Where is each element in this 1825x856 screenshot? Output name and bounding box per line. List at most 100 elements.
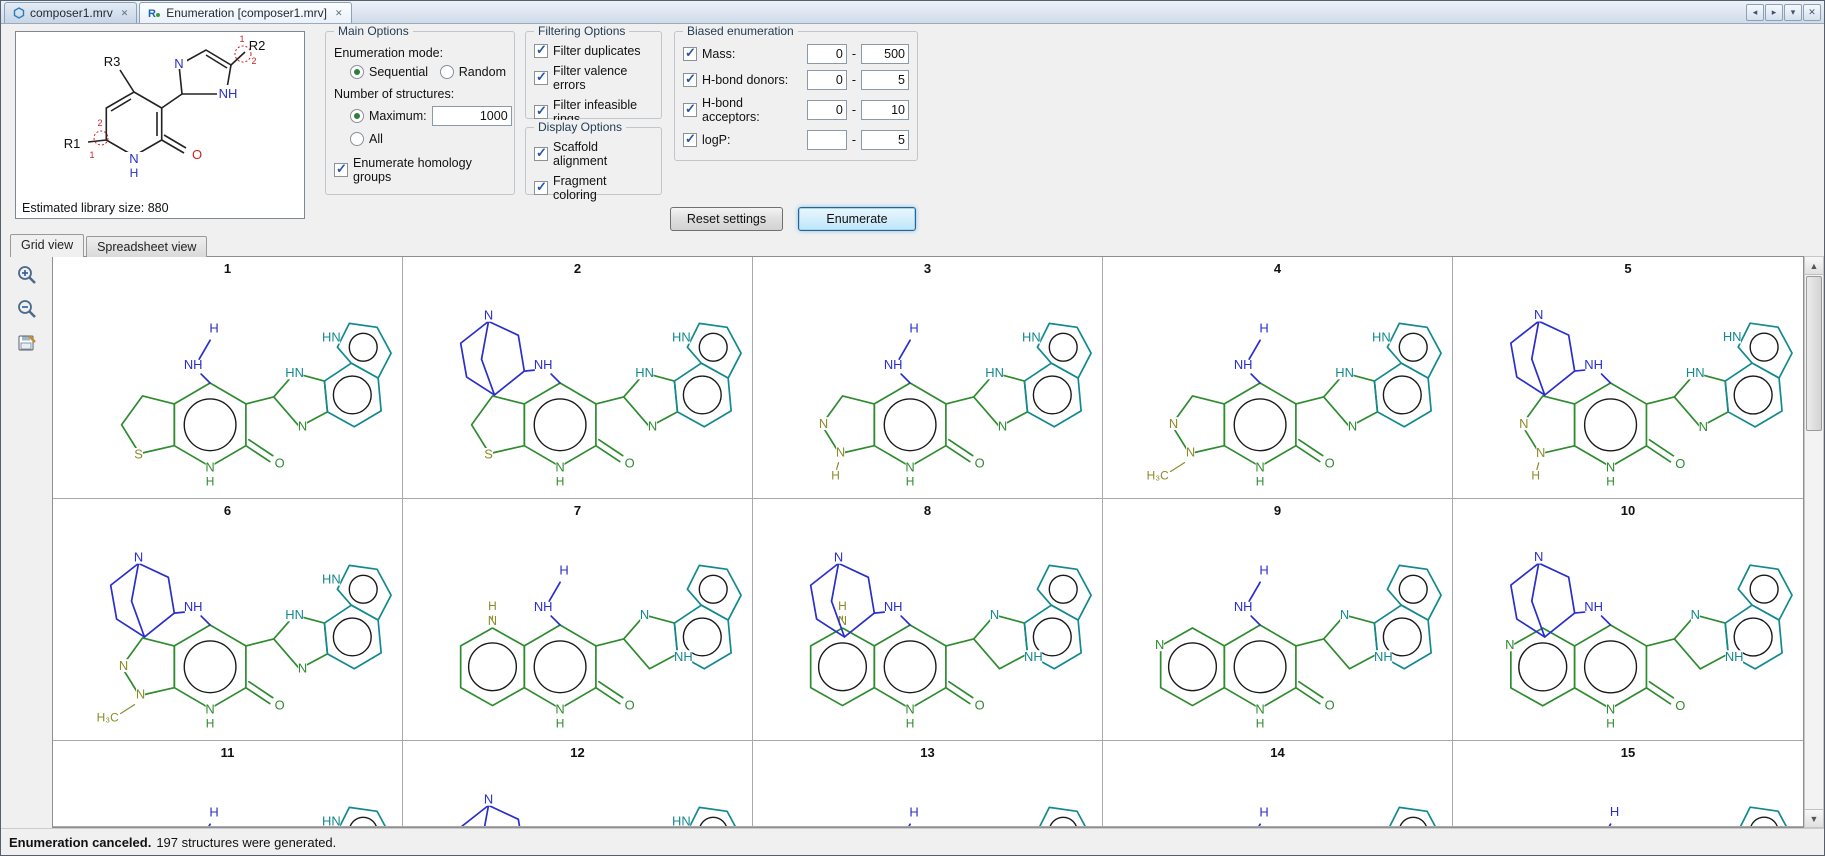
- application-window: composer1.mrv ✕ R Enumeration [composer1…: [0, 0, 1825, 856]
- fragment-coloring-checkbox[interactable]: [534, 181, 548, 195]
- scroll-down-icon[interactable]: ▼: [1805, 809, 1823, 827]
- svg-text:O: O: [275, 698, 285, 713]
- structure-cell[interactable]: 4NHONNH₃CNHHHNNHN: [1103, 257, 1453, 499]
- structure-number: 8: [753, 499, 1102, 521]
- svg-text:NH: NH: [1725, 649, 1744, 664]
- svg-text:N: N: [834, 549, 843, 564]
- structure-cell[interactable]: 10NHONNHNNNH: [1453, 499, 1803, 741]
- svg-text:H: H: [206, 716, 215, 730]
- logp-checkbox[interactable]: [683, 133, 697, 147]
- structure-cell[interactable]: 9NHONNHHNNH: [1103, 499, 1453, 741]
- save-structures-button[interactable]: [13, 329, 41, 357]
- svg-text:HN: HN: [1372, 329, 1391, 344]
- homology-groups-checkbox[interactable]: [334, 163, 348, 177]
- filter-duplicates-checkbox[interactable]: [534, 44, 548, 58]
- scroll-up-icon[interactable]: ▲: [1805, 257, 1823, 275]
- structure-cell[interactable]: 5NHONNHNHNHNNHN: [1453, 257, 1803, 499]
- estimated-library-size: Estimated library size: 880: [22, 201, 169, 215]
- svg-text:N: N: [1691, 607, 1700, 622]
- scaffold-r1-label: R1: [64, 136, 81, 151]
- biased-enumeration-title: Biased enumeration: [683, 24, 798, 38]
- svg-text:O: O: [975, 456, 985, 471]
- tab-grid-view[interactable]: Grid view: [10, 234, 84, 257]
- structure-number: 15: [1453, 741, 1803, 763]
- svg-text:NH: NH: [1024, 649, 1043, 664]
- filter-valence-errors-checkbox[interactable]: [534, 71, 548, 85]
- scaffold-r1-attach1: 1: [89, 150, 94, 160]
- svg-text:H: H: [1259, 804, 1268, 819]
- tab-scroll-left-icon[interactable]: ◂: [1746, 4, 1764, 21]
- display-options-title: Display Options: [534, 120, 626, 134]
- structure-cell[interactable]: 11NHONHNHHHNNHN: [53, 741, 403, 827]
- scaffold-r3-label: R3: [104, 54, 121, 69]
- tab-composer-close-icon[interactable]: ✕: [121, 8, 129, 19]
- svg-text:HN: HN: [322, 329, 341, 344]
- hbond-acceptors-min-input[interactable]: [807, 100, 847, 120]
- svg-text:H: H: [556, 716, 565, 730]
- svg-text:H: H: [559, 562, 568, 577]
- structure-cell[interactable]: 14NHONNHHNNH: [1103, 741, 1453, 827]
- panel-close-icon[interactable]: ✕: [1803, 4, 1821, 21]
- hbond-acceptors-checkbox[interactable]: [683, 103, 697, 117]
- structure-cell[interactable]: 8NHONHNHNNNH: [753, 499, 1103, 741]
- svg-text:N: N: [1519, 416, 1528, 431]
- svg-text:HN: HN: [672, 813, 691, 827]
- hbond-donors-min-input[interactable]: [807, 70, 847, 90]
- reset-settings-button[interactable]: Reset settings: [670, 207, 783, 231]
- structure-cell[interactable]: 15NHONNHHNNH: [1453, 741, 1803, 827]
- zoom-out-icon: [16, 298, 38, 320]
- tab-enumeration[interactable]: R Enumeration [composer1.mrv] ✕: [139, 2, 351, 23]
- maximum-radio[interactable]: [350, 109, 364, 123]
- logp-min-input[interactable]: [807, 130, 847, 150]
- tab-composer[interactable]: composer1.mrv ✕: [4, 2, 137, 23]
- scaffold-alignment-checkbox[interactable]: [534, 147, 548, 161]
- filter-infeasible-rings-checkbox[interactable]: [534, 105, 548, 119]
- scrollbar-thumb[interactable]: [1806, 276, 1822, 431]
- hbond-acceptors-range-dash: -: [852, 103, 856, 117]
- molecule-drawing: NHONNHHNNH: [753, 763, 1102, 827]
- svg-text:N: N: [998, 419, 1007, 434]
- maximum-count-input[interactable]: [432, 106, 512, 126]
- zoom-out-button[interactable]: [13, 295, 41, 323]
- logp-max-input[interactable]: [861, 130, 909, 150]
- structure-cell[interactable]: 6NHONNH₃CNHNHNNHN: [53, 499, 403, 741]
- structure-cell[interactable]: 3NHONNHNHHHNNHN: [753, 257, 1103, 499]
- zoom-in-button[interactable]: [13, 261, 41, 289]
- hbond-donors-checkbox[interactable]: [683, 73, 697, 87]
- status-bar: Enumeration canceled. 197 structures wer…: [1, 828, 1824, 855]
- random-radio[interactable]: [440, 65, 454, 79]
- svg-text:H: H: [1610, 804, 1619, 819]
- enumerate-button[interactable]: Enumerate: [798, 207, 916, 231]
- structure-number: 3: [753, 257, 1102, 279]
- mass-max-input[interactable]: [861, 44, 909, 64]
- mass-checkbox[interactable]: [683, 47, 697, 61]
- random-label: Random: [459, 65, 506, 79]
- svg-text:O: O: [275, 456, 285, 471]
- molecule-drawing: NHONNHNHHHNNHN: [753, 279, 1102, 497]
- structure-cell[interactable]: 12NHONHNHNHNNHN: [403, 741, 753, 827]
- tab-spreadsheet-view[interactable]: Spreadsheet view: [86, 236, 207, 257]
- hbond-acceptors-max-input[interactable]: [861, 100, 909, 120]
- structure-cell[interactable]: 2NHOSNHNHNNHN: [403, 257, 753, 499]
- tab-enumeration-close-icon[interactable]: ✕: [335, 8, 343, 19]
- filter-valence-errors-label: Filter valence errors: [553, 64, 653, 92]
- svg-text:NH: NH: [1584, 599, 1603, 614]
- tab-list-icon[interactable]: ▾: [1784, 4, 1802, 21]
- fragment-coloring-label: Fragment coloring: [553, 174, 653, 202]
- mass-min-input[interactable]: [807, 44, 847, 64]
- status-message-bold: Enumeration canceled.: [9, 835, 151, 850]
- structure-cell[interactable]: 13NHONNHHNNH: [753, 741, 1103, 827]
- sequential-radio[interactable]: [350, 65, 364, 79]
- structure-cell[interactable]: 7NHONHNHHNNH: [403, 499, 753, 741]
- tab-scroll-right-icon[interactable]: ▸: [1765, 4, 1783, 21]
- all-radio[interactable]: [350, 132, 364, 146]
- svg-text:NH: NH: [884, 599, 903, 614]
- hbond-donors-max-input[interactable]: [861, 70, 909, 90]
- svg-text:N: N: [1255, 460, 1264, 475]
- biased-enumeration-group: Biased enumeration Mass: - H-bond donors…: [674, 31, 918, 161]
- structure-cell[interactable]: 1NHOSNHHHNNHN: [53, 257, 403, 499]
- svg-text:HN: HN: [1335, 365, 1354, 380]
- svg-text:N: N: [1606, 460, 1615, 475]
- grid-pane: 1NHOSNHHHNNHN2NHOSNHNHNNHN3NHONNHNHHHNNH…: [1, 256, 1824, 828]
- grid-scrollbar[interactable]: ▲ ▼: [1804, 256, 1824, 828]
